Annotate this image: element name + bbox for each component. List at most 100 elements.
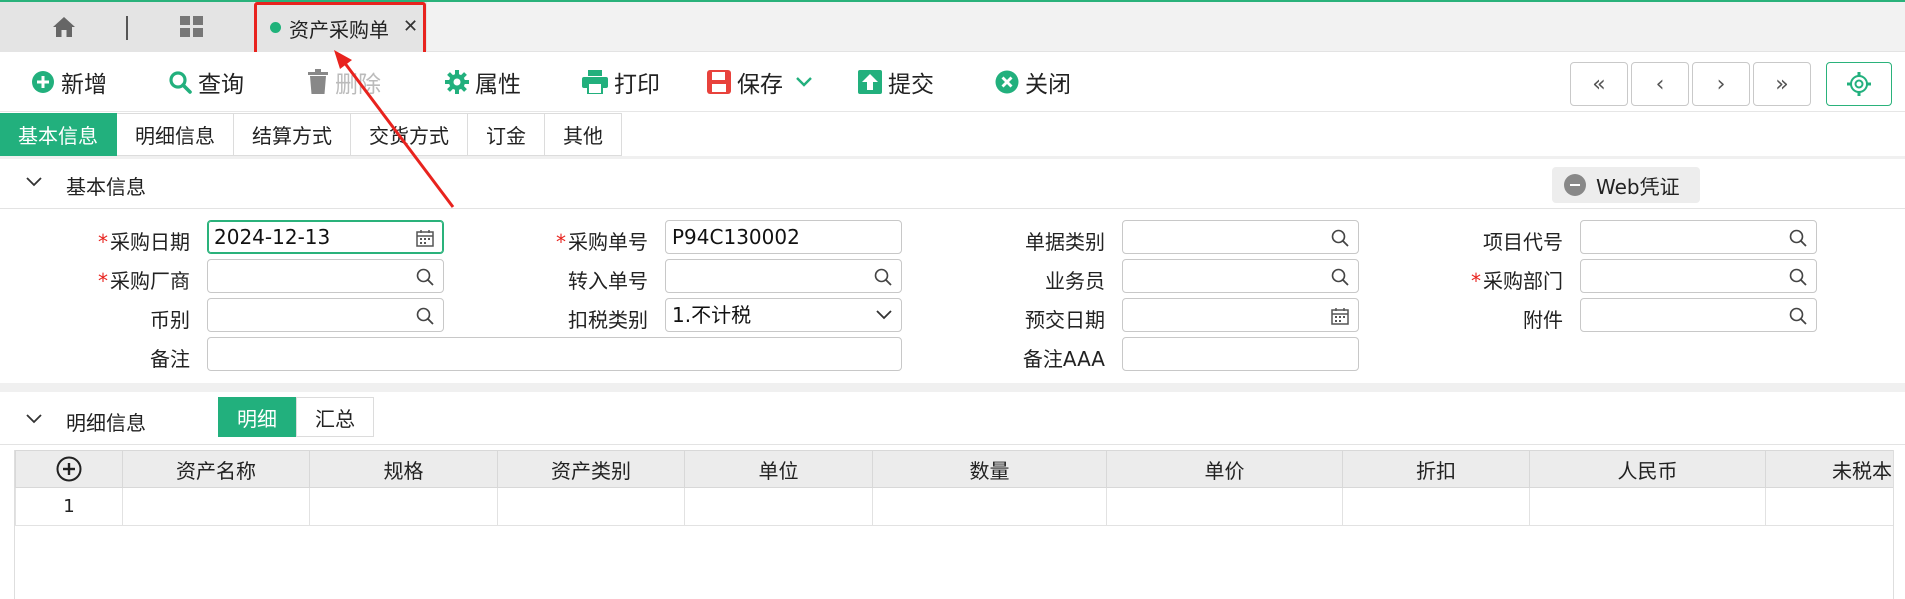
prev-record-button[interactable]: ‹ (1631, 62, 1689, 106)
tax-type-select[interactable]: 1.不计税 (665, 298, 902, 332)
chevron-down-icon[interactable] (876, 310, 892, 320)
collapse-chevron-icon[interactable] (26, 177, 42, 187)
transfer-no-label: 转入单号 (568, 269, 648, 293)
close-tab-icon[interactable]: ✕ (403, 16, 418, 37)
home-icon (53, 17, 75, 37)
delete-button[interactable]: 删除 (307, 65, 381, 99)
save-button[interactable]: 保存 (707, 65, 783, 99)
toolbar: 新增 查询 删除 属性 打印 保存 提交 关闭 « ‹ › » (0, 52, 1905, 112)
calendar-icon[interactable] (1331, 307, 1349, 325)
cell[interactable] (1765, 487, 1893, 526)
tab-detail[interactable]: 明细 (218, 397, 296, 437)
tab-other[interactable]: 其他 (545, 113, 622, 156)
properties-button[interactable]: 属性 (445, 65, 521, 99)
detail-grid: 资产名称 规格 资产类别 单位 数量 单价 折扣 人民币 未税本币 1 (14, 450, 1894, 599)
apps-tab[interactable] (130, 2, 254, 52)
currency-input[interactable] (207, 298, 444, 332)
purchase-no-input[interactable]: P94C130002 (665, 220, 902, 254)
doc-type-input[interactable] (1122, 220, 1359, 254)
col-untaxed-amount[interactable]: 未税本币 (1765, 450, 1893, 488)
cell[interactable] (122, 487, 310, 526)
col-discount[interactable]: 折扣 (1342, 450, 1530, 488)
minus-circle-icon (1564, 174, 1586, 196)
remark-aaa-label: 备注AAA (1022, 347, 1105, 371)
search-icon[interactable] (1331, 229, 1349, 247)
tab-basic-info[interactable]: 基本信息 (0, 113, 117, 156)
search-icon[interactable] (1789, 307, 1807, 325)
basic-info-title: 基本信息 (66, 175, 146, 199)
purchase-dept-input[interactable] (1580, 259, 1817, 293)
chevron-left-icon: ‹ (1655, 71, 1665, 97)
vendor-label: * 采购厂商 (98, 269, 190, 293)
home-tab[interactable] (0, 2, 130, 52)
add-button[interactable]: 新增 (31, 65, 107, 99)
search-icon[interactable] (1789, 229, 1807, 247)
col-quantity[interactable]: 数量 (872, 450, 1107, 488)
tab-asset-purchase[interactable]: 资产采购单 ✕ (255, 2, 427, 52)
expected-date-input[interactable] (1122, 298, 1359, 332)
add-row-header[interactable] (15, 450, 123, 488)
salesperson-input[interactable] (1122, 259, 1359, 293)
cell[interactable] (872, 487, 1107, 526)
basic-info-header[interactable]: 基本信息 Web凭证 (0, 159, 1905, 209)
cell[interactable] (1529, 487, 1766, 526)
search-icon[interactable] (416, 268, 434, 286)
print-button[interactable]: 打印 (582, 65, 660, 99)
properties-label: 属性 (475, 72, 521, 98)
vendor-input[interactable] (207, 259, 444, 293)
search-icon[interactable] (1789, 268, 1807, 286)
close-button[interactable]: 关闭 (995, 65, 1071, 99)
cell[interactable] (684, 487, 873, 526)
search-icon[interactable] (416, 307, 434, 325)
double-chevron-left-icon: « (1592, 71, 1606, 97)
window-tab-bar: 资产采购单 ✕ (0, 0, 1905, 55)
remark-aaa-input[interactable] (1122, 337, 1359, 371)
remark-input[interactable] (207, 337, 902, 371)
delete-label: 删除 (335, 72, 381, 98)
attachment-label: 附件 (1523, 308, 1563, 332)
detail-table: 资产名称 规格 资产类别 单位 数量 单价 折扣 人民币 未税本币 1 (15, 450, 1893, 526)
tab-detail-info[interactable]: 明细信息 (117, 113, 234, 156)
settings-button[interactable] (1826, 62, 1892, 106)
last-record-button[interactable]: » (1753, 62, 1811, 106)
tab-delivery[interactable]: 交货方式 (351, 113, 468, 156)
col-rmb[interactable]: 人民币 (1529, 450, 1766, 488)
col-unit[interactable]: 单位 (684, 450, 873, 488)
gear-icon (445, 70, 469, 94)
row-number: 1 (15, 487, 123, 526)
col-unit-price[interactable]: 单价 (1106, 450, 1343, 488)
add-row-icon[interactable] (56, 456, 82, 482)
first-record-button[interactable]: « (1570, 62, 1628, 106)
cell[interactable] (497, 487, 685, 526)
collapse-chevron-icon[interactable] (26, 414, 42, 424)
next-record-button[interactable]: › (1692, 62, 1750, 106)
calendar-icon[interactable] (416, 229, 434, 247)
web-voucher-button[interactable]: Web凭证 (1552, 167, 1700, 203)
print-label: 打印 (614, 72, 660, 98)
tab-settlement[interactable]: 结算方式 (234, 113, 351, 156)
col-asset-name[interactable]: 资产名称 (122, 450, 310, 488)
transfer-no-input[interactable] (665, 259, 902, 293)
query-button[interactable]: 查询 (168, 65, 244, 99)
active-tab-dot (270, 22, 281, 33)
submit-button[interactable]: 提交 (858, 65, 934, 99)
project-code-input[interactable] (1580, 220, 1817, 254)
attachment-input[interactable] (1580, 298, 1817, 332)
salesperson-label: 业务员 (1045, 269, 1105, 293)
cell[interactable] (1106, 487, 1343, 526)
tab-deposit[interactable]: 订金 (468, 113, 545, 156)
col-asset-category[interactable]: 资产类别 (497, 450, 685, 488)
cell[interactable] (1342, 487, 1530, 526)
save-dropdown-button[interactable] (796, 65, 812, 99)
search-icon[interactable] (874, 268, 892, 286)
chevron-right-icon: › (1716, 71, 1726, 97)
table-row[interactable]: 1 (15, 487, 1893, 526)
col-spec[interactable]: 规格 (309, 450, 498, 488)
purchase-date-input[interactable]: 2024-12-13 (207, 220, 444, 254)
settings-gear-icon (1847, 72, 1871, 96)
tab-summary[interactable]: 汇总 (296, 397, 374, 437)
cell[interactable] (309, 487, 498, 526)
search-icon[interactable] (1331, 268, 1349, 286)
add-icon (32, 71, 54, 93)
save-label: 保存 (737, 72, 783, 98)
